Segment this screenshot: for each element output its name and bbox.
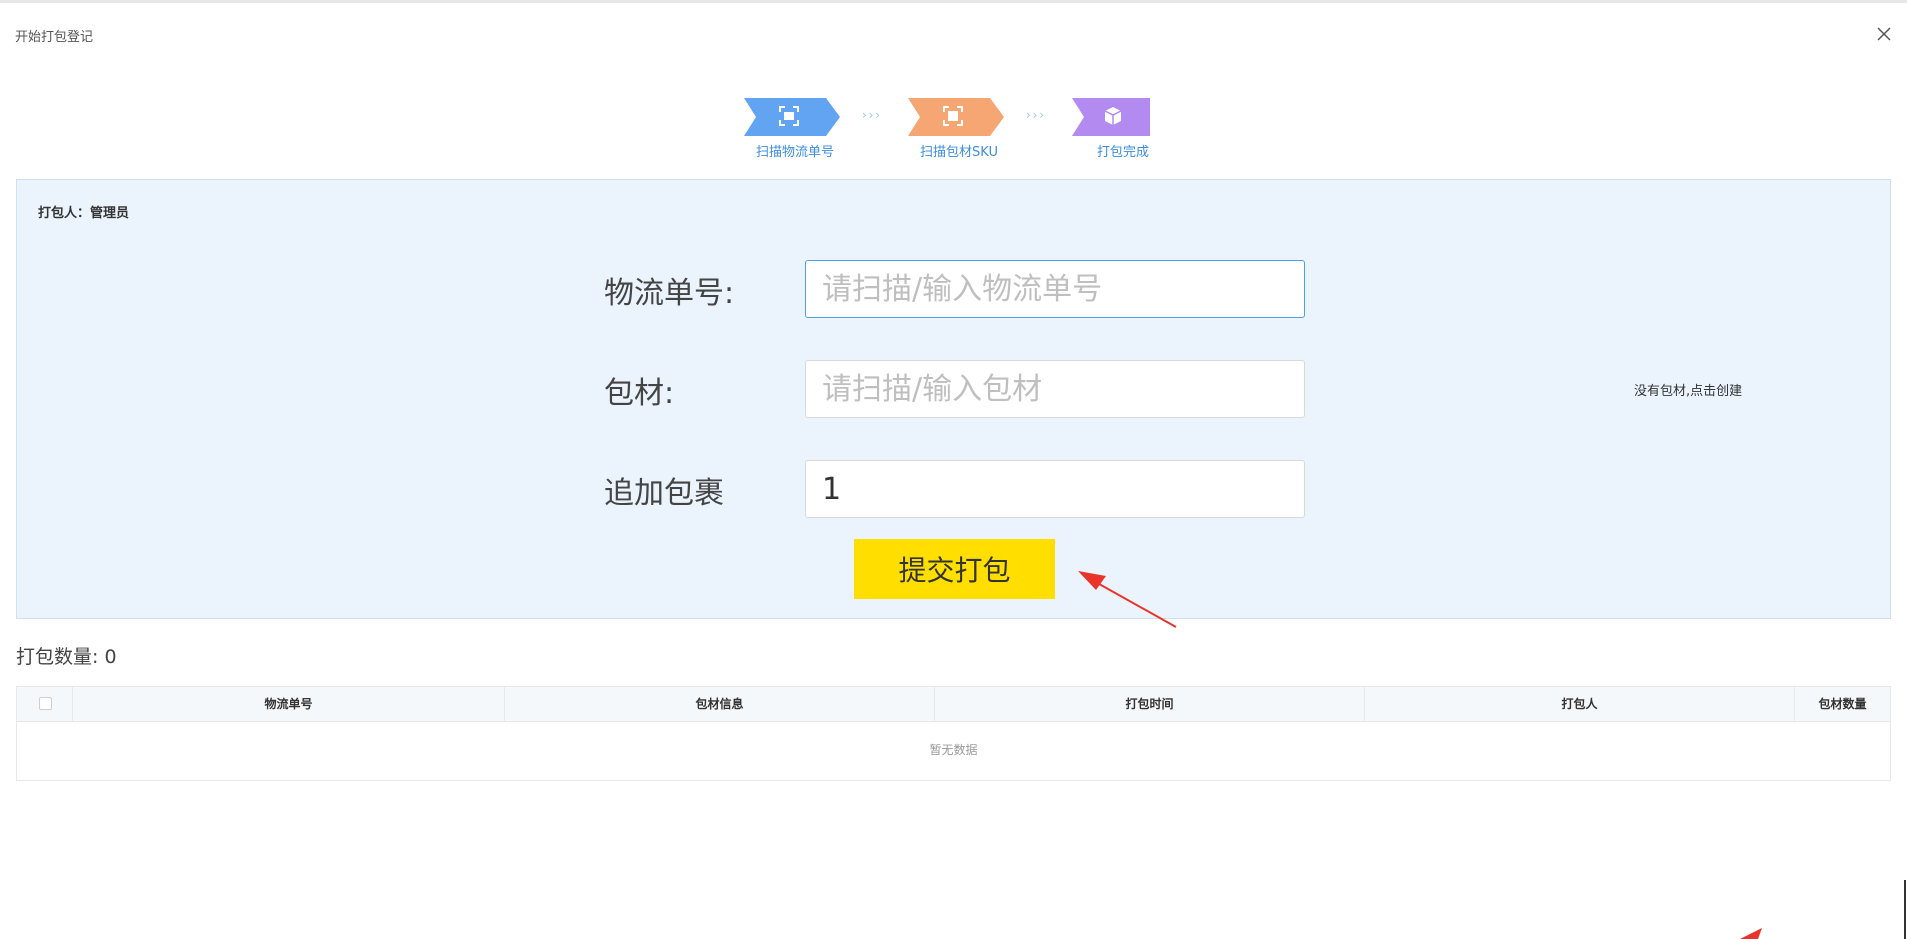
annotation-arrow-icon (1078, 571, 1177, 628)
pack-count: 打包数量: 0 (16, 642, 117, 669)
packer-info: 打包人：管理员 (38, 206, 130, 221)
step-pack-complete: 打包完成 (1068, 96, 1178, 162)
step-arrows-icon: › › › (1026, 108, 1044, 122)
scan-icon (943, 106, 963, 126)
column-header[interactable]: 打包时间 (935, 687, 1365, 721)
pack-form-panel: 打包人：管理员 物流单号: 包材: 没有包材,点击创建 追加包裹 提交打包 (16, 179, 1891, 619)
pack-records-table: 物流单号 包材信息 打包时间 打包人 包材数量 暂无数据 (16, 686, 1891, 781)
column-header[interactable]: 打包人 (1365, 687, 1795, 721)
column-header[interactable]: 包材数量 (1795, 687, 1890, 721)
packing-material-input[interactable] (805, 360, 1305, 418)
step-scan-tracking: 扫描物流单号 (740, 96, 850, 162)
step-label: 扫描包材SKU (920, 145, 998, 160)
column-header[interactable]: 包材信息 (505, 687, 935, 721)
step-label: 扫描物流单号 (755, 145, 834, 160)
pack-count-label: 打包数量: (16, 646, 99, 668)
top-border (0, 0, 1907, 3)
additional-package-label: 追加包裹 (604, 476, 724, 511)
select-all-checkbox[interactable] (39, 697, 52, 710)
packing-material-label: 包材: (604, 376, 675, 411)
scan-icon (779, 106, 799, 126)
step-scan-sku: 扫描包材SKU (904, 96, 1014, 162)
select-all-cell (17, 687, 73, 721)
step-label: 打包完成 (1096, 145, 1149, 160)
close-icon[interactable] (1875, 25, 1893, 43)
additional-package-input[interactable] (805, 460, 1305, 518)
create-material-link[interactable]: 没有包材,点击创建 (1634, 380, 1742, 399)
annotation-arrow-fragment (1740, 928, 1762, 939)
submit-pack-button[interactable]: 提交打包 (854, 539, 1055, 599)
table-empty-text: 暂无数据 (929, 743, 978, 757)
table-header: 物流单号 包材信息 打包时间 打包人 包材数量 (17, 687, 1890, 722)
tracking-number-label: 物流单号: (604, 276, 735, 311)
tracking-number-input[interactable] (805, 260, 1305, 318)
edge-divider (1904, 880, 1906, 939)
dialog-title: 开始打包登记 (15, 30, 94, 45)
pack-count-value: 0 (104, 646, 117, 668)
step-arrows-icon: › › › (862, 108, 880, 122)
column-header[interactable]: 物流单号 (73, 687, 505, 721)
progress-steps: 扫描物流单号 › › › 扫描包材SKU › › › 打包完成 (740, 96, 1160, 162)
box-icon (1104, 107, 1122, 125)
